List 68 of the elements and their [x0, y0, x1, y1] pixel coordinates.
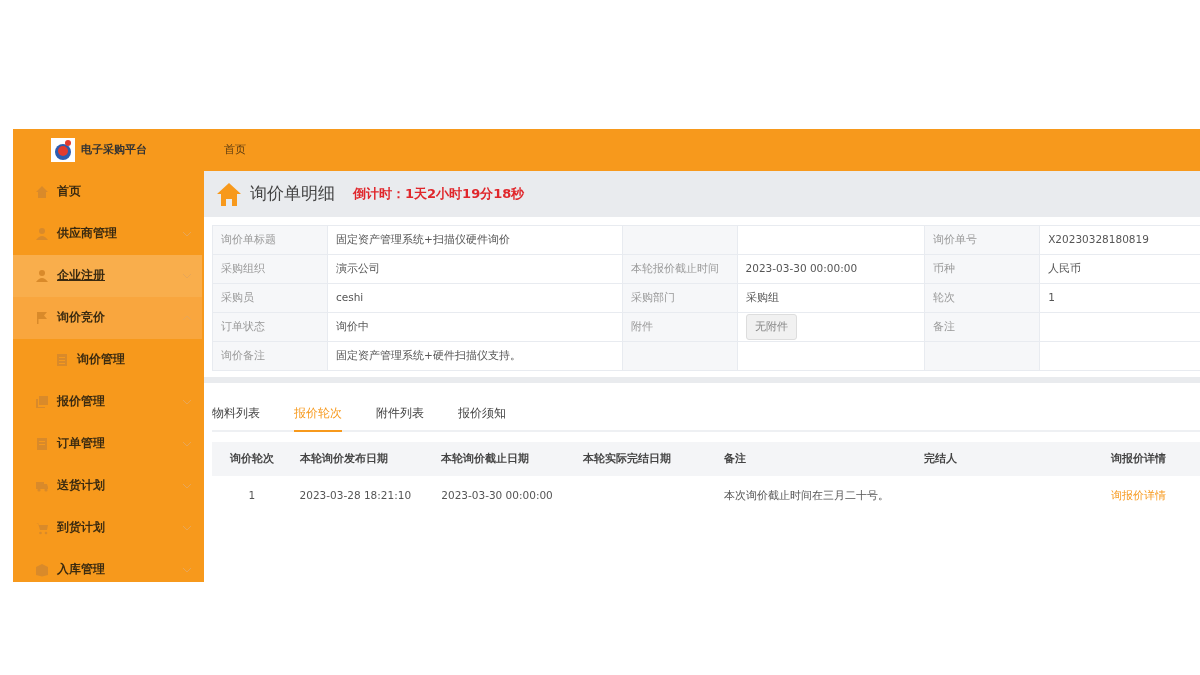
field-label: 采购组织	[212, 254, 328, 284]
field-label: 订单状态	[212, 312, 328, 342]
truck-icon	[35, 479, 49, 493]
field-label: 币种	[924, 254, 1040, 284]
sidebar-item[interactable]: 企业注册	[13, 255, 202, 297]
field-label: 备注	[924, 312, 1040, 342]
field-value: 询价中	[327, 312, 623, 342]
field-label: 询价备注	[212, 341, 328, 371]
field-label: 采购员	[212, 283, 328, 313]
chevron-down-icon	[182, 229, 192, 239]
flag-icon	[35, 311, 49, 325]
sidebar-item[interactable]: 订单管理	[13, 423, 202, 465]
countdown-text: 倒计时：1天2小时19分18秒	[353, 185, 525, 204]
column-header: 备注	[716, 442, 916, 477]
copy-icon	[35, 395, 49, 409]
column-header: 完结人	[915, 442, 1103, 477]
sidebar-item[interactable]: 入库管理	[13, 549, 202, 582]
person-icon	[35, 269, 49, 283]
logo-icon	[51, 138, 75, 162]
page-title: 询价单明细	[250, 182, 335, 206]
chevron-up-icon	[182, 313, 192, 323]
tab[interactable]: 物料列表	[212, 399, 260, 433]
chevron-down-icon	[182, 439, 192, 449]
field-value: ceshi	[327, 283, 623, 313]
field-label: 轮次	[924, 283, 1040, 313]
tab[interactable]: 报价须知	[458, 399, 506, 433]
table-cell: 2023-03-30 00:00:00	[433, 476, 575, 517]
column-header: 询价轮次	[212, 442, 292, 477]
breadcrumb-link[interactable]: 首页	[202, 141, 246, 159]
chevron-down-icon	[182, 523, 192, 533]
sidebar-item[interactable]: 送货计划	[13, 465, 202, 507]
table-cell: 2023-03-28 18:21:10	[291, 476, 434, 517]
attachment-button[interactable]: 无附件	[745, 314, 797, 340]
document-icon	[35, 437, 49, 451]
field-label: 本轮报价截止时间	[622, 254, 738, 284]
person-icon	[35, 227, 49, 241]
chevron-down-icon	[182, 397, 192, 407]
sidebar-item[interactable]: 首页	[13, 171, 202, 213]
field-value: 采购组	[737, 283, 925, 313]
home-icon	[35, 185, 49, 199]
sidebar-subitem[interactable]: 询价管理	[13, 339, 202, 381]
field-value: 固定资产管理系统+硬件扫描仪支持。	[327, 341, 623, 371]
field-value: 固定资产管理系统+扫描仪硬件询价	[327, 225, 623, 255]
sidebar-item[interactable]: 供应商管理	[13, 213, 202, 255]
chevron-down-icon	[182, 481, 192, 491]
field-value: 2023-03-30 00:00:00	[737, 254, 925, 284]
column-header: 本轮询价发布日期	[291, 442, 434, 477]
field-value: X20230328180819	[1039, 225, 1200, 255]
field-label: 采购部门	[622, 283, 738, 313]
column-header: 本轮实际完结日期	[574, 442, 717, 477]
box-icon	[35, 563, 49, 577]
table-cell: 本次询价截止时间在三月二十号。	[716, 476, 916, 517]
tab[interactable]: 附件列表	[376, 399, 424, 433]
list-icon	[55, 353, 69, 367]
home-icon	[216, 181, 242, 207]
column-header: 本轮询价截止日期	[433, 442, 575, 477]
app-logo-text: 电子采购平台	[81, 141, 147, 158]
table-cell: 1	[212, 476, 292, 517]
chevron-down-icon	[182, 565, 192, 575]
field-label: 附件	[622, 312, 738, 342]
sidebar-item[interactable]: 询价竞价	[13, 297, 202, 339]
field-label: 询价单号	[924, 225, 1040, 255]
column-header: 询报价详情	[1102, 442, 1200, 477]
field-value: 演示公司	[327, 254, 623, 284]
field-label: 询价单标题	[212, 225, 328, 255]
cart-icon	[35, 521, 49, 535]
sidebar-item[interactable]: 到货计划	[13, 507, 202, 549]
sidebar-item[interactable]: 报价管理	[13, 381, 202, 423]
